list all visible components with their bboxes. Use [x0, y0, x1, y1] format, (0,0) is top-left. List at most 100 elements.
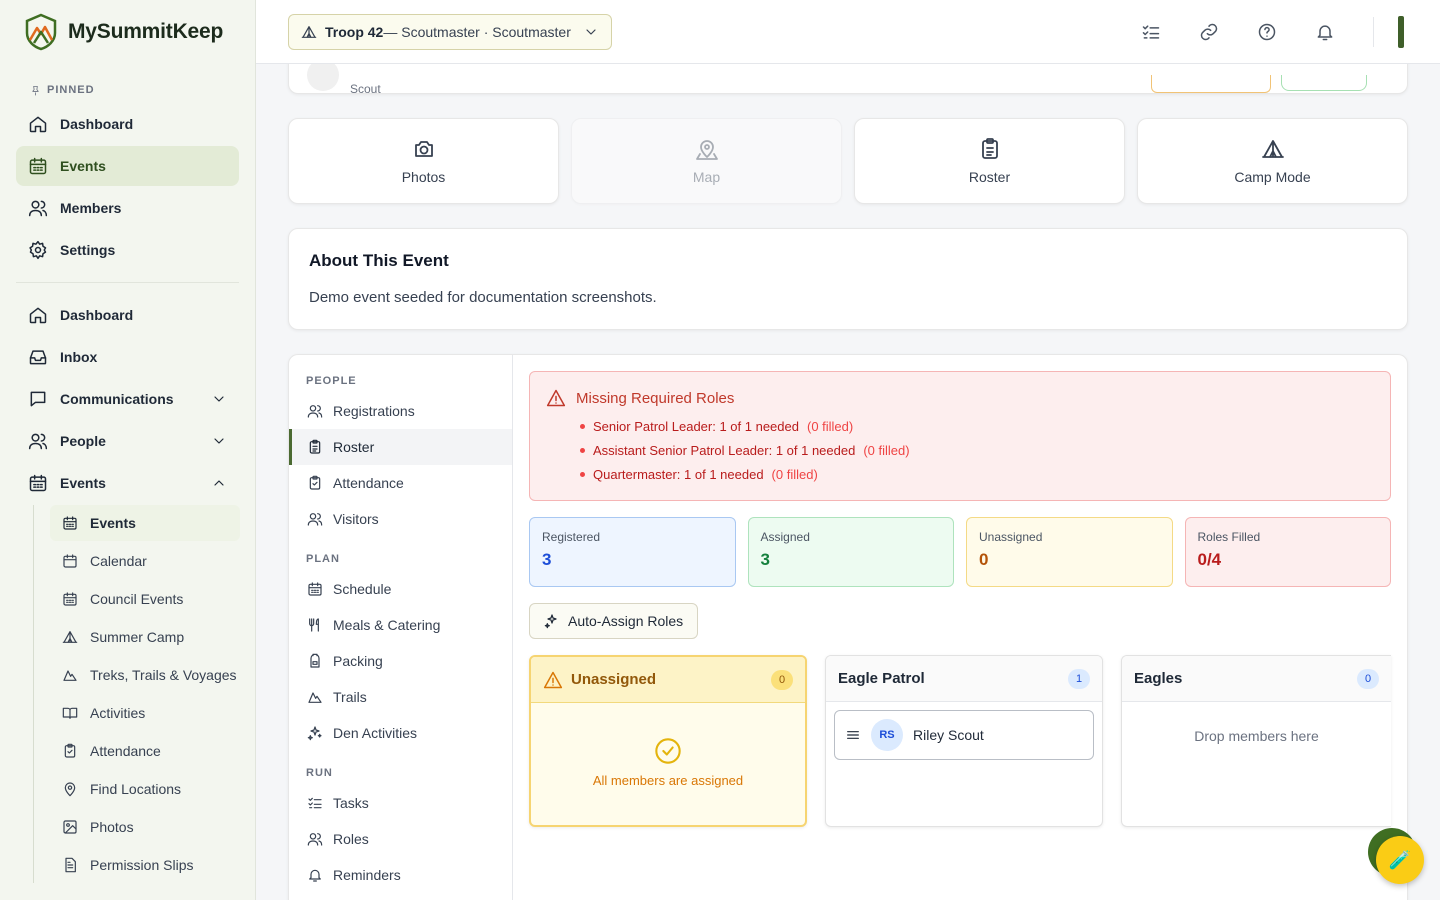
pin-icon	[32, 85, 39, 95]
tile-photos[interactable]: Photos	[288, 118, 559, 204]
sidebar-item-inbox[interactable]: Inbox	[16, 337, 239, 377]
subnav-item-registrations[interactable]: Registrations	[289, 393, 512, 429]
count-badge: 0	[1357, 668, 1379, 689]
file-icon	[65, 857, 76, 873]
submenu-item-events[interactable]: Events	[50, 505, 240, 541]
submenu-item-council-events[interactable]: Council Events	[50, 581, 240, 617]
pinned-heading: PINNED	[30, 84, 255, 96]
sidebar-item-label: People	[60, 433, 106, 449]
chevron-down-icon[interactable]	[211, 433, 227, 449]
sidebar-item-label: Dashboard	[60, 307, 134, 323]
submenu-item-activities[interactable]: Activities	[50, 695, 240, 731]
calendar-icon	[29, 157, 47, 175]
tile-label: Roster	[968, 169, 1011, 185]
submenu-item-summer-camp[interactable]: Summer Camp	[50, 619, 240, 655]
column-eagle-patrol[interactable]: Eagle Patrol 1 RS Riley Scout	[825, 655, 1103, 827]
submenu-item-calendar[interactable]: Calendar	[50, 543, 240, 579]
drag-handle-icon[interactable]	[845, 727, 861, 743]
sparkles-icon	[544, 614, 557, 629]
subnav-item-meals[interactable]: Meals & Catering	[289, 607, 512, 643]
submenu-item-find-locations[interactable]: Find Locations	[50, 771, 240, 807]
subnav-item-visitors[interactable]: Visitors	[289, 501, 512, 537]
submenu-item-permission-slips[interactable]: Permission Slips	[50, 847, 240, 883]
calendar-icon	[29, 474, 47, 492]
bullet	[580, 471, 585, 477]
column-title: Eagle Patrol	[838, 670, 925, 687]
sidebar-item-dashboard[interactable]: Dashboard	[16, 295, 239, 335]
chevron-down-icon[interactable]	[211, 391, 227, 407]
column-header: Eagle Patrol 1	[826, 656, 1102, 702]
sidebar-item-people[interactable]: People	[16, 421, 239, 461]
link-icon[interactable]	[1199, 22, 1219, 42]
checklist-icon[interactable]	[1141, 22, 1161, 42]
header-actions	[1141, 15, 1404, 48]
app-name: MySummitKeep	[68, 20, 224, 43]
sidebar-item-label: Dashboard	[60, 116, 134, 132]
bell-icon[interactable]	[1315, 22, 1335, 42]
column-title: Eagles	[1134, 670, 1183, 687]
subnav-item-label: Registrations	[333, 403, 415, 419]
main-content: Scout Photos Map Roster Camp Mode About …	[256, 64, 1440, 900]
submenu-item-treks[interactable]: Treks, Trails & Voyages	[50, 657, 240, 693]
submenu-item-attendance[interactable]: Attendance	[50, 733, 240, 769]
sidebar-item-pinned-members[interactable]: Members	[16, 188, 239, 228]
sidebar-item-pinned-settings[interactable]: Settings	[16, 230, 239, 270]
column-unassigned[interactable]: Unassigned 0 All members are assigned	[529, 655, 807, 827]
submenu-item-label: Photos	[90, 819, 134, 835]
list-item: Assistant Senior Patrol Leader: 1 of 1 n…	[580, 438, 1372, 462]
subnav-gap	[289, 537, 512, 551]
subnav-item-roster[interactable]: Roster	[289, 429, 512, 465]
user-avatar[interactable]	[1398, 15, 1404, 48]
mountain-icon	[63, 670, 77, 681]
subnav-item-label: Trails	[333, 689, 367, 705]
submenu-item-label: Activities	[90, 705, 146, 721]
sidebar-item-pinned-dashboard[interactable]: Dashboard	[16, 104, 239, 144]
troop-selector[interactable]: Troop 42 — Scoutmaster · Scoutmaster	[288, 13, 612, 50]
map-pin-icon	[64, 782, 76, 797]
subnav-item-attendance[interactable]: Attendance	[289, 465, 512, 501]
tile-camp-mode[interactable]: Camp Mode	[1137, 118, 1408, 204]
sidebar-item-events[interactable]: Events	[16, 463, 239, 503]
subnav-item-packing[interactable]: Packing	[289, 643, 512, 679]
subnav-gap	[289, 751, 512, 765]
role-filled: (0 filled)	[863, 442, 910, 458]
submenu-item-label: Permission Slips	[90, 857, 194, 873]
subnav-item-label: Packing	[333, 653, 383, 669]
clipboard-icon	[309, 439, 321, 454]
auto-assign-button[interactable]: Auto-Assign Roles	[529, 603, 699, 639]
clipboard-icon	[309, 475, 321, 490]
subnav-item-schedule[interactable]: Schedule	[289, 571, 512, 607]
calendar-icon	[63, 516, 77, 530]
member-card[interactable]: RS Riley Scout	[834, 710, 1094, 760]
calendar-icon	[63, 554, 77, 568]
tile-roster[interactable]: Roster	[854, 118, 1125, 204]
chevron-up-icon[interactable]	[211, 475, 227, 491]
chevron-down-icon	[586, 28, 596, 35]
pinned-nav: Dashboard Events Members Settings	[16, 104, 239, 270]
subnav-item-trails[interactable]: Trails	[289, 679, 512, 715]
subnav-item-roles[interactable]: Roles	[289, 821, 512, 857]
drop-zone: Drop members here	[1194, 728, 1319, 744]
subnav-item-reminders[interactable]: Reminders	[289, 857, 512, 893]
stat-label: Registered	[542, 530, 601, 544]
column-eagles[interactable]: Eagles 0 Drop members here	[1121, 655, 1391, 827]
calendar-icon	[308, 582, 322, 596]
home-icon	[29, 307, 47, 324]
subnav-item-den-activities[interactable]: Den Activities	[289, 715, 512, 751]
sidebar-item-communications[interactable]: Communications	[16, 379, 239, 419]
status-badge	[1281, 75, 1367, 91]
bullet	[580, 423, 585, 429]
column-title: Unassigned	[571, 671, 657, 688]
subnav-item-label: Visitors	[333, 511, 379, 527]
gear-icon	[29, 240, 47, 260]
sidebar-item-pinned-events[interactable]: Events	[16, 146, 239, 186]
brand[interactable]: MySummitKeep	[0, 0, 255, 64]
help-icon[interactable]	[1257, 22, 1277, 42]
list-item: Quartermaster: 1 of 1 needed (0 filled)	[580, 462, 1372, 486]
role-filled: (0 filled)	[771, 466, 818, 482]
troop-name: Troop 42	[325, 23, 384, 40]
subnav-item-label: Meals & Catering	[333, 617, 441, 633]
submenu-item-photos[interactable]: Photos	[50, 809, 240, 845]
subnav-item-tasks[interactable]: Tasks	[289, 785, 512, 821]
feedback-button[interactable]: 🧪	[1376, 836, 1424, 884]
